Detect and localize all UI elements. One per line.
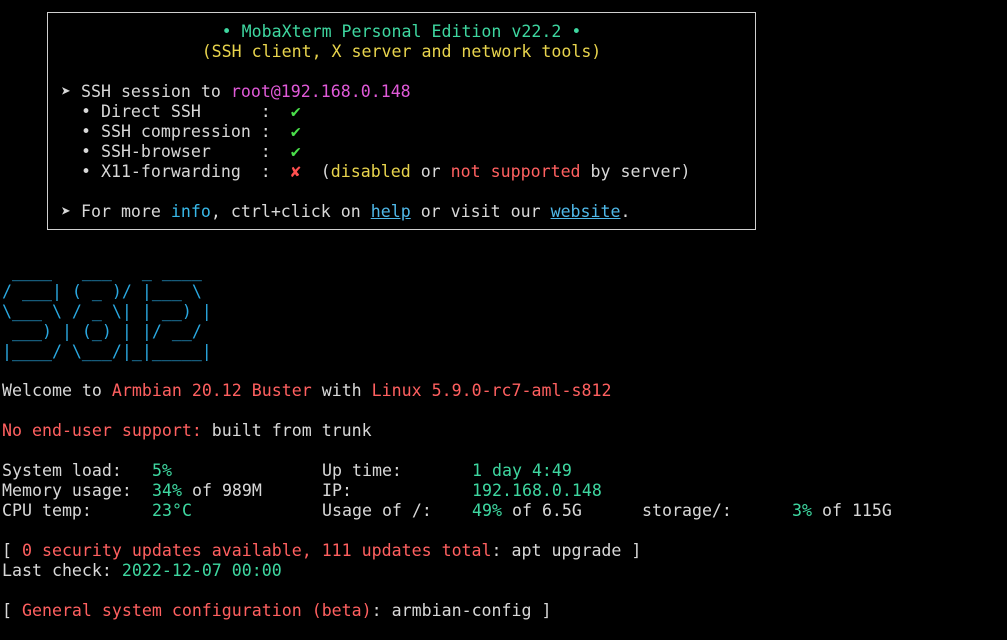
banner-title: • MobaXterm Personal Edition v22.2 • <box>221 22 582 41</box>
updates-text: 0 security updates available, 111 update… <box>21 541 492 560</box>
memory-total: of 989M <box>181 481 262 500</box>
feature-ssh-compression: • SSH compression : ✔ <box>61 122 301 142</box>
check-icon: ✔ <box>290 142 301 161</box>
last-check-label: Last check: <box>2 561 122 580</box>
feature-direct-ssh: • Direct SSH : ✔ <box>61 102 301 122</box>
kernel-version: Linux 5.9.0-rc7-aml-s812 <box>371 381 612 400</box>
last-check-value: 2022-12-07 00:00 <box>121 561 282 580</box>
more-info-line: ➤ For more info, ctrl+click on help or v… <box>61 202 631 222</box>
check-icon: ✔ <box>290 122 301 141</box>
x11-disabled: disabled <box>330 162 411 181</box>
website-link[interactable]: website <box>551 202 621 221</box>
config-colon: : <box>371 601 392 620</box>
session-prefix: ➤ SSH session to <box>61 82 231 101</box>
cross-icon: ✘ <box>290 162 301 181</box>
check-icon: ✔ <box>290 102 301 121</box>
mobaxterm-banner-box: • MobaXterm Personal Edition v22.2 • (SS… <box>47 12 756 230</box>
last-check-line: Last check: 2022-12-07 00:00 <box>2 561 282 581</box>
banner-subtitle: (SSH client, X server and network tools) <box>201 42 602 61</box>
support-line: No end-user support: built from trunk <box>2 421 372 441</box>
memory-usage-label: Memory usage: <box>2 481 132 500</box>
system-load-value: 5% <box>152 461 172 480</box>
cpu-temp-value: 23°C <box>152 501 192 520</box>
storage-value: 3% <box>792 501 812 520</box>
welcome-with: with <box>311 381 372 400</box>
info-link[interactable]: info <box>171 202 211 221</box>
feature-label: • Direct SSH : <box>61 102 291 121</box>
updates-colon: : <box>491 541 512 560</box>
updates-command: apt upgrade <box>511 541 622 560</box>
x11-tail: by server) <box>580 162 691 181</box>
storage-usage: 3% of 115G <box>792 501 892 521</box>
x11-or: or <box>410 162 451 181</box>
welcome-prefix: Welcome to <box>2 381 112 400</box>
config-close: ] <box>531 601 552 620</box>
help-link[interactable]: help <box>371 202 411 221</box>
feature-label: • SSH compression : <box>61 122 291 141</box>
logo-line: ___) | (_) | |/ __/ <box>2 322 212 341</box>
ip-value: 192.168.0.148 <box>472 481 602 500</box>
config-line: [ General system configuration (beta): a… <box>2 601 552 621</box>
updates-close: ] <box>621 541 642 560</box>
system-load-label: System load: <box>2 461 122 480</box>
distro-name: Armbian 20.12 Buster <box>111 381 312 400</box>
usage-root-label: Usage of /: <box>322 501 432 520</box>
ip-label: IP: <box>322 481 352 500</box>
welcome-line: Welcome to Armbian 20.12 Buster with Lin… <box>2 381 611 401</box>
storage-total: of 115G <box>811 501 892 520</box>
logo-line: \___ \ / _ \| | __) | <box>2 302 212 321</box>
up-time-label: Up time: <box>322 461 402 480</box>
more-prefix: ➤ For more <box>61 202 171 221</box>
updates-open: [ <box>2 541 22 560</box>
feature-x11-forwarding: • X11-forwarding : ✘ (disabled or not su… <box>61 162 690 182</box>
logo-line: / ___| ( _ )/ |___ \ <box>2 282 212 301</box>
support-label: No end-user support: <box>2 421 202 440</box>
x11-not-supported: not supported <box>450 162 581 181</box>
ssh-session-line: ➤ SSH session to root@192.168.0.148 <box>61 82 411 102</box>
up-time-value: 1 day 4:49 <box>472 461 572 480</box>
support-value: built from trunk <box>201 421 372 440</box>
config-command: armbian-config <box>391 601 532 620</box>
usage-root-value: 49% <box>472 501 502 520</box>
usage-root-total: of 6.5G <box>501 501 582 520</box>
config-open: [ <box>2 601 22 620</box>
more-end: . <box>620 202 631 221</box>
memory-usage-value: 34% <box>152 481 182 500</box>
session-host: root@192.168.0.148 <box>230 82 411 101</box>
updates-line: [ 0 security updates available, 111 upda… <box>2 541 641 561</box>
config-text: General system configuration (beta) <box>21 601 372 620</box>
feature-label: • X11-forwarding : <box>61 162 291 181</box>
more-mid: , ctrl+click on <box>210 202 371 221</box>
more-or-visit: or visit our <box>410 202 551 221</box>
logo-line: ____ ___ _ ____ <box>2 262 222 281</box>
x11-note-open: ( <box>300 162 331 181</box>
cpu-temp-label: CPU temp: <box>2 501 92 520</box>
usage-root: 49% of 6.5G <box>472 501 582 521</box>
feature-ssh-browser: • SSH-browser : ✔ <box>61 142 301 162</box>
feature-label: • SSH-browser : <box>61 142 291 161</box>
memory-usage: 34% of 989M <box>152 481 262 501</box>
logo-line: |____/ \___/|_|_____| <box>2 342 212 361</box>
storage-label: storage/: <box>642 501 732 520</box>
